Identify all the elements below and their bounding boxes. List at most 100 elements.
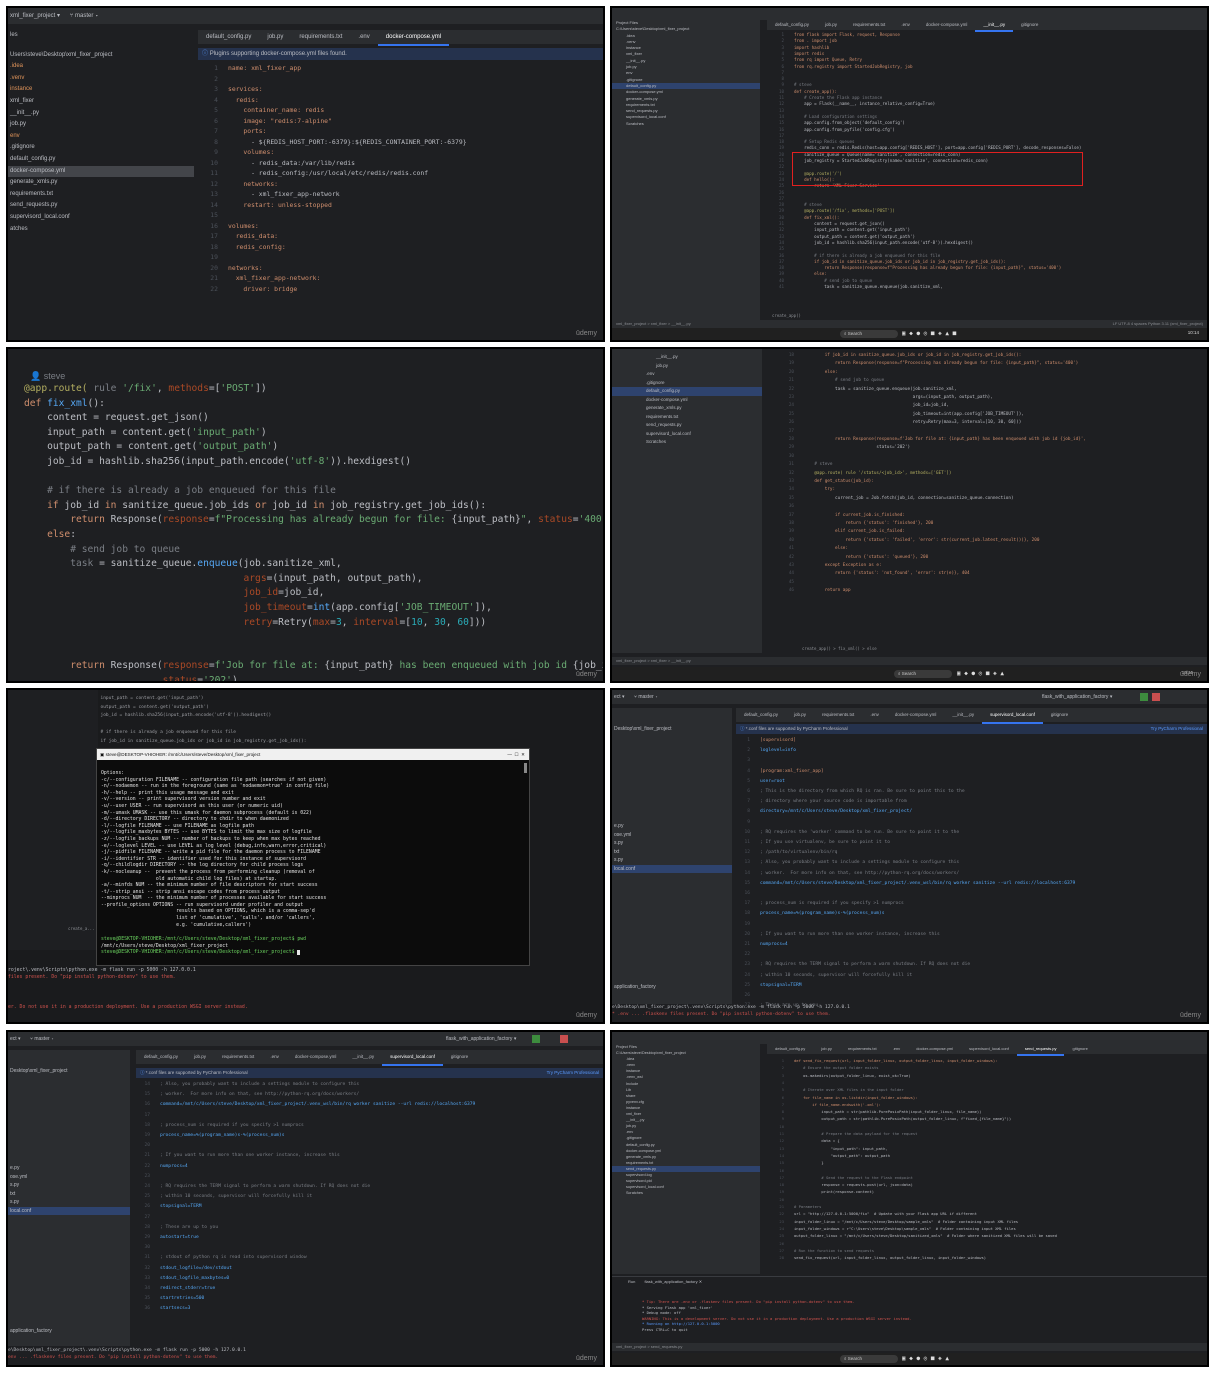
code-editor[interactable]: 1 name: xml_fixer_app 2 3 services: 4 redis: 5…: [198, 64, 603, 340]
tree-item[interactable]: atches: [8, 224, 194, 236]
tree-item[interactable]: send_requests.py: [8, 200, 194, 212]
banner-link[interactable]: Try PyCharm Professional: [1151, 724, 1203, 734]
tree-item[interactable]: ose.yml: [612, 831, 732, 840]
tree-item[interactable]: ose.yml: [8, 1173, 130, 1182]
tree-item[interactable]: .gitignore: [612, 379, 762, 388]
tree-item[interactable]: .gitignore: [8, 142, 194, 154]
code-editor[interactable]: @app.route( rule '/fix', methods=['POST'…: [24, 383, 603, 681]
editor-tab[interactable]: gitignore: [1043, 708, 1076, 722]
editor-tab[interactable]: docker-compose.yml: [918, 20, 976, 30]
code-editor[interactable]: 18 if job_id in sanitize_queue.job_ids o…: [780, 353, 1197, 651]
editor-tab[interactable]: .env: [262, 1050, 287, 1064]
run-config[interactable]: flask_with_application_factory ▾: [1042, 690, 1112, 704]
editor-tab[interactable]: default_config.py: [767, 20, 817, 30]
branch-selector[interactable]: ⑂ master ▾: [70, 13, 99, 19]
tree-root[interactable]: Desktop\xml_fixer_project: [10, 1068, 68, 1074]
tree-item[interactable]: job.py: [8, 119, 194, 131]
stop-button[interactable]: [1152, 693, 1160, 701]
tree-item[interactable]: requirements.txt: [612, 413, 762, 422]
stop-button[interactable]: [560, 1035, 568, 1043]
tree-item[interactable]: s.py: [612, 839, 732, 848]
taskbar-search[interactable]: ⌕ Search: [840, 1355, 898, 1363]
editor-tab[interactable]: default_config.py: [136, 1050, 186, 1064]
editor-tab[interactable]: __init__.py: [944, 708, 982, 722]
editor-tab[interactable]: docker-compose.yml: [287, 1050, 345, 1064]
editor-tab[interactable]: job.py: [813, 1044, 840, 1054]
tree-item[interactable]: .idea: [8, 61, 194, 73]
tree-item[interactable]: docker-compose.yml: [612, 396, 762, 405]
tree-item[interactable]: Scratches: [612, 121, 760, 127]
tree-item[interactable]: e.py: [612, 822, 732, 831]
tree-item[interactable]: generate_xmls.py: [8, 177, 194, 189]
project-label[interactable]: ect: [614, 694, 621, 700]
editor-tab[interactable]: supervisord_local.conf: [961, 1044, 1017, 1054]
editor-tab[interactable]: .env: [893, 20, 918, 30]
taskbar-search[interactable]: ⌕ Search: [894, 670, 952, 678]
branch-selector[interactable]: ⑂ master ▾: [30, 1036, 54, 1042]
editor-tab[interactable]: __init__.py: [344, 1050, 382, 1064]
terminal-window[interactable]: ▣ steve@DESKTOP-VHIOHER: /mnt/c/Users/st…: [96, 748, 530, 966]
editor-tab[interactable]: docker-compose.yml: [908, 1044, 961, 1054]
editor-tab[interactable]: default_config.py: [198, 30, 259, 44]
code-editor[interactable]: 1 [supervisord] 2 loglevel=info 3 4 [program:x…: [736, 738, 1207, 1008]
run-tab-label[interactable]: application_factory: [10, 1328, 52, 1334]
project-label[interactable]: ect: [10, 1036, 17, 1042]
tree-item[interactable]: generate_xmls.py: [612, 404, 762, 413]
run-button[interactable]: [532, 1035, 540, 1043]
editor-tab[interactable]: default_config.py: [736, 708, 786, 722]
editor-tab[interactable]: requirements.txt: [214, 1050, 262, 1064]
editor-tab[interactable]: .env: [885, 1044, 909, 1054]
tree-item[interactable]: __init__.py: [612, 353, 762, 362]
tree-item[interactable]: s.py: [612, 856, 732, 865]
taskbar-search[interactable]: ⌕ Search: [840, 330, 898, 338]
tree-item[interactable]: supervisord_local.conf: [8, 212, 194, 224]
tree-item[interactable]: env: [8, 131, 194, 143]
editor-tab[interactable]: .env: [862, 708, 887, 722]
tree-root[interactable]: Users\steve\Desktop\xml_fixer_project: [10, 50, 194, 62]
editor-tab[interactable]: default_config.py: [767, 1044, 813, 1054]
tree-item[interactable]: docker-compose.yml: [8, 165, 194, 178]
editor-tab[interactable]: requirements.txt: [814, 708, 862, 722]
editor-tab[interactable]: job.py: [259, 30, 291, 44]
editor-tab[interactable]: requirements.txt: [291, 30, 350, 44]
tree-item[interactable]: requirements.txt: [8, 189, 194, 201]
run-tab-label[interactable]: application_factory: [614, 984, 656, 990]
editor-tab[interactable]: docker-compose.yml: [887, 708, 945, 722]
run-tab[interactable]: flask_with_application_factory ✕: [644, 1279, 702, 1284]
editor-tab[interactable]: supervisord_local.conf: [382, 1050, 443, 1066]
tree-item[interactable]: send_requests.py: [612, 421, 762, 430]
tree-root[interactable]: Desktop\xml_fixer_project: [614, 726, 672, 732]
tree-item[interactable]: __init__.py: [8, 108, 194, 120]
tree-item[interactable]: job.py: [612, 362, 762, 371]
tree-item[interactable]: s.py: [8, 1181, 130, 1190]
terminal-scrollbar[interactable]: [524, 763, 527, 773]
tree-item[interactable]: e.py: [8, 1164, 130, 1173]
tree-item[interactable]: txt: [612, 848, 732, 857]
tree-item[interactable]: .env: [612, 370, 762, 379]
editor-tab[interactable]: gitignore: [1013, 20, 1046, 30]
tree-item[interactable]: local.conf: [612, 864, 732, 873]
run-button[interactable]: [1140, 693, 1148, 701]
code-editor[interactable]: 1 def send_fix_request(url, input_folder_…: [772, 1058, 1197, 1270]
code-editor[interactable]: 14 ; Also, you probably want to include a…: [136, 1082, 603, 1325]
editor-tab[interactable]: __init__.py: [975, 20, 1014, 32]
editor-tab[interactable]: send_requests.py: [1016, 1044, 1065, 1056]
taskbar-app-icons[interactable]: ▣ ◆ ● ◎ ■ ◈ ▲: [902, 1355, 949, 1363]
tree-item[interactable]: Scratches: [612, 438, 762, 447]
tree-item[interactable]: txt: [8, 1190, 130, 1199]
editor-tab[interactable]: job.py: [186, 1050, 214, 1064]
run-config[interactable]: flask_with_application_factory ▾: [446, 1032, 516, 1046]
editor-tab[interactable]: requirements.txt: [840, 1044, 885, 1054]
editor-tab[interactable]: requirements.txt: [845, 20, 893, 30]
editor-tab[interactable]: job.py: [817, 20, 845, 30]
taskbar-app-icons[interactable]: ▣ ◆ ● ◎ ■ ◈ ▲ ■: [902, 330, 956, 338]
editor-tab[interactable]: job.py: [786, 708, 814, 722]
window-controls[interactable]: — ☐ ✕: [507, 749, 525, 760]
tree-item[interactable]: supervisord_local.conf: [612, 430, 762, 439]
tree-item[interactable]: .venv: [8, 73, 194, 85]
tree-item[interactable]: xml_fixer: [8, 96, 194, 108]
editor-tab[interactable]: supervisord_local.conf: [982, 708, 1043, 724]
banner-link[interactable]: Try PyCharm Professional: [547, 1068, 599, 1078]
tree-item[interactable]: local.conf: [8, 1206, 130, 1215]
tree-item[interactable]: s.py: [8, 1198, 130, 1207]
